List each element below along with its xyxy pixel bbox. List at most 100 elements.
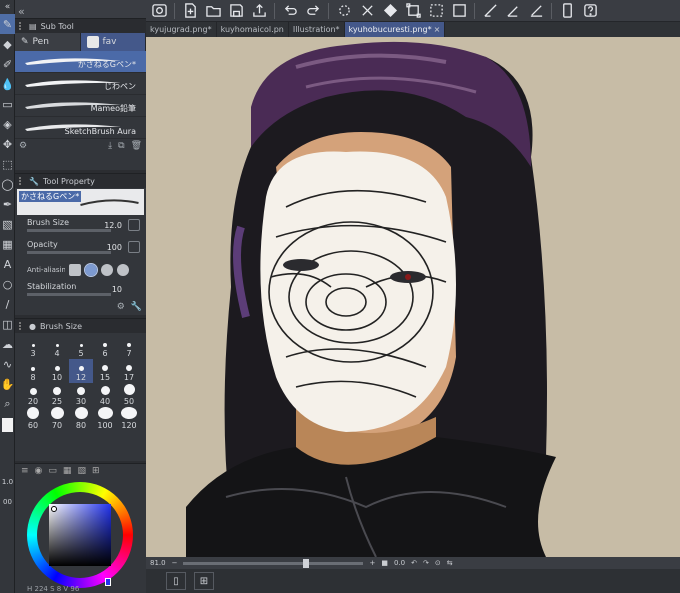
antialias-medium-option[interactable] <box>101 264 113 276</box>
undo-icon[interactable] <box>280 2 300 20</box>
brush-size-option[interactable]: 7 <box>117 335 141 359</box>
antialias-strong-option[interactable] <box>117 264 129 276</box>
intermediate-color-tab-icon[interactable]: ▧ <box>77 466 86 476</box>
tab-pen[interactable]: ✎ Pen <box>15 33 81 51</box>
loading-icon[interactable] <box>334 2 354 20</box>
brush-size-row[interactable]: Brush Size 12.0 <box>15 216 146 238</box>
redo-icon[interactable] <box>303 2 323 20</box>
crop-icon[interactable] <box>449 2 469 20</box>
brush-size-option[interactable]: 80 <box>69 407 93 431</box>
brush-size-option[interactable]: 40 <box>93 383 117 407</box>
brush-size-option[interactable]: 17 <box>117 359 141 383</box>
grip-icon[interactable] <box>19 322 25 330</box>
zoom-slider-knob[interactable] <box>303 558 310 568</box>
brush-item[interactable]: かさねるGペン* <box>15 51 146 73</box>
stabilization-slider[interactable] <box>27 293 111 296</box>
help-icon[interactable] <box>580 2 600 20</box>
zoom-value[interactable]: 81.0 <box>150 559 166 567</box>
brush-size-option[interactable]: 50 <box>117 383 141 407</box>
airbrush-tool-icon[interactable]: 💧 <box>0 74 15 94</box>
color-wheel-tab-icon[interactable]: ◉ <box>35 466 43 476</box>
brush-size-option[interactable]: 5 <box>69 335 93 359</box>
brush-item[interactable]: Mameo鉛筆 <box>15 95 146 117</box>
text-tool-icon[interactable]: A <box>0 254 15 274</box>
selection-tool-icon[interactable]: ⬚ <box>0 154 15 174</box>
approximate-color-tab-icon[interactable]: ⊞ <box>92 466 100 476</box>
doc-tab-active[interactable]: kyuhobucuresti.png* × <box>344 22 446 37</box>
double-chevron-icon[interactable]: « <box>18 5 25 18</box>
zoom-in-icon[interactable]: + <box>369 559 375 567</box>
transform-icon[interactable] <box>403 2 423 20</box>
snap-special-ruler-icon[interactable] <box>503 2 523 20</box>
zoom-out-icon[interactable]: − <box>172 559 178 567</box>
fill-icon[interactable] <box>380 2 400 20</box>
frame-tool-icon[interactable]: ◫ <box>0 314 15 334</box>
app-logo-icon[interactable] <box>149 2 169 20</box>
zoom-tool-icon[interactable]: ⌕ <box>0 394 15 414</box>
hue-cursor[interactable] <box>105 578 111 586</box>
reset-rotation-icon[interactable]: ⊙ <box>435 559 441 567</box>
color-set-tab-icon[interactable]: ▦ <box>63 466 72 476</box>
clear-icon[interactable] <box>357 2 377 20</box>
brush-size-option[interactable]: 3 <box>21 335 45 359</box>
brush-size-option[interactable]: 4 <box>45 335 69 359</box>
doc-tab[interactable]: kyujugrad.png* <box>146 22 217 37</box>
brush-size-option[interactable]: 60 <box>21 407 45 431</box>
brush-size-dynamics-button[interactable] <box>128 219 140 231</box>
saturation-value-box[interactable] <box>49 504 111 566</box>
trash-icon[interactable]: 🗑 <box>131 141 142 151</box>
close-tab-icon[interactable]: × <box>434 25 441 34</box>
export-icon[interactable] <box>249 2 269 20</box>
eyedropper-tool-icon[interactable]: ✒ <box>0 194 15 214</box>
pen-tool-icon[interactable]: ✎ <box>0 14 15 34</box>
doc-tab[interactable]: kuyhomaicol.pn <box>217 22 289 37</box>
antialias-weak-option[interactable] <box>84 263 98 277</box>
brush-size-option[interactable]: 30 <box>69 383 93 407</box>
save-icon[interactable] <box>226 2 246 20</box>
antialias-none-option[interactable] <box>69 264 81 276</box>
color-wheel[interactable] <box>27 482 133 588</box>
rotate-right-icon[interactable]: ↷ <box>423 559 429 567</box>
brush-size-option[interactable]: 15 <box>93 359 117 383</box>
fill-tool-icon[interactable]: ▧ <box>0 214 15 234</box>
eraser-tool-icon[interactable]: ▭ <box>0 94 15 114</box>
brush-size-option[interactable]: 6 <box>93 335 117 359</box>
brush-size-option[interactable]: 10 <box>45 359 69 383</box>
stabilization-value[interactable]: 10 <box>112 285 122 294</box>
flip-icon[interactable]: ⇆ <box>447 559 453 567</box>
doc-tab[interactable]: Illustration* <box>289 22 345 37</box>
zoom-slider[interactable] <box>183 558 364 568</box>
marker-tool-icon[interactable]: ◆ <box>0 34 15 54</box>
import-icon[interactable]: ⤓ <box>108 141 112 151</box>
open-folder-icon[interactable] <box>203 2 223 20</box>
snap-ruler-icon[interactable] <box>480 2 500 20</box>
rotate-left-icon[interactable]: ↶ <box>411 559 417 567</box>
sv-cursor[interactable] <box>51 506 57 512</box>
brush-size-option[interactable]: 120 <box>117 407 141 431</box>
brush-size-option[interactable]: 12 <box>69 359 93 383</box>
color-slider-tab-icon[interactable]: ▭ <box>48 466 57 476</box>
smartphone-icon[interactable] <box>557 2 577 20</box>
opacity-row[interactable]: Opacity 100 <box>15 238 146 260</box>
copy-icon[interactable]: ⧉ <box>118 141 124 151</box>
blend-tool-icon[interactable]: ◈ <box>0 114 15 134</box>
grip-icon[interactable] <box>19 177 25 185</box>
snap-grid-icon[interactable] <box>526 2 546 20</box>
settings-icon[interactable]: ⚙ <box>117 302 125 316</box>
wrench-icon[interactable]: 🔧 <box>131 302 142 316</box>
stop-icon[interactable]: ■ <box>381 559 388 567</box>
collapse-icon[interactable]: « <box>0 0 15 14</box>
main-color-swatch[interactable] <box>2 418 13 432</box>
brush-item[interactable]: じわペン <box>15 73 146 95</box>
navigator-icon[interactable]: ⊞ <box>194 572 214 590</box>
balloon-tool-icon[interactable]: ☁ <box>0 334 15 354</box>
opacity-dynamics-button[interactable] <box>128 241 140 253</box>
stabilization-row[interactable]: Stabilization 10 <box>15 280 146 302</box>
grip-icon[interactable]: ≡ <box>21 466 29 476</box>
brush-size-option[interactable]: 8 <box>21 359 45 383</box>
brush-size-slider[interactable] <box>27 229 111 232</box>
deselect-icon[interactable] <box>426 2 446 20</box>
angle-value[interactable]: 0.0 <box>394 559 405 567</box>
opacity-slider[interactable] <box>27 251 111 254</box>
grip-icon[interactable] <box>19 22 25 30</box>
